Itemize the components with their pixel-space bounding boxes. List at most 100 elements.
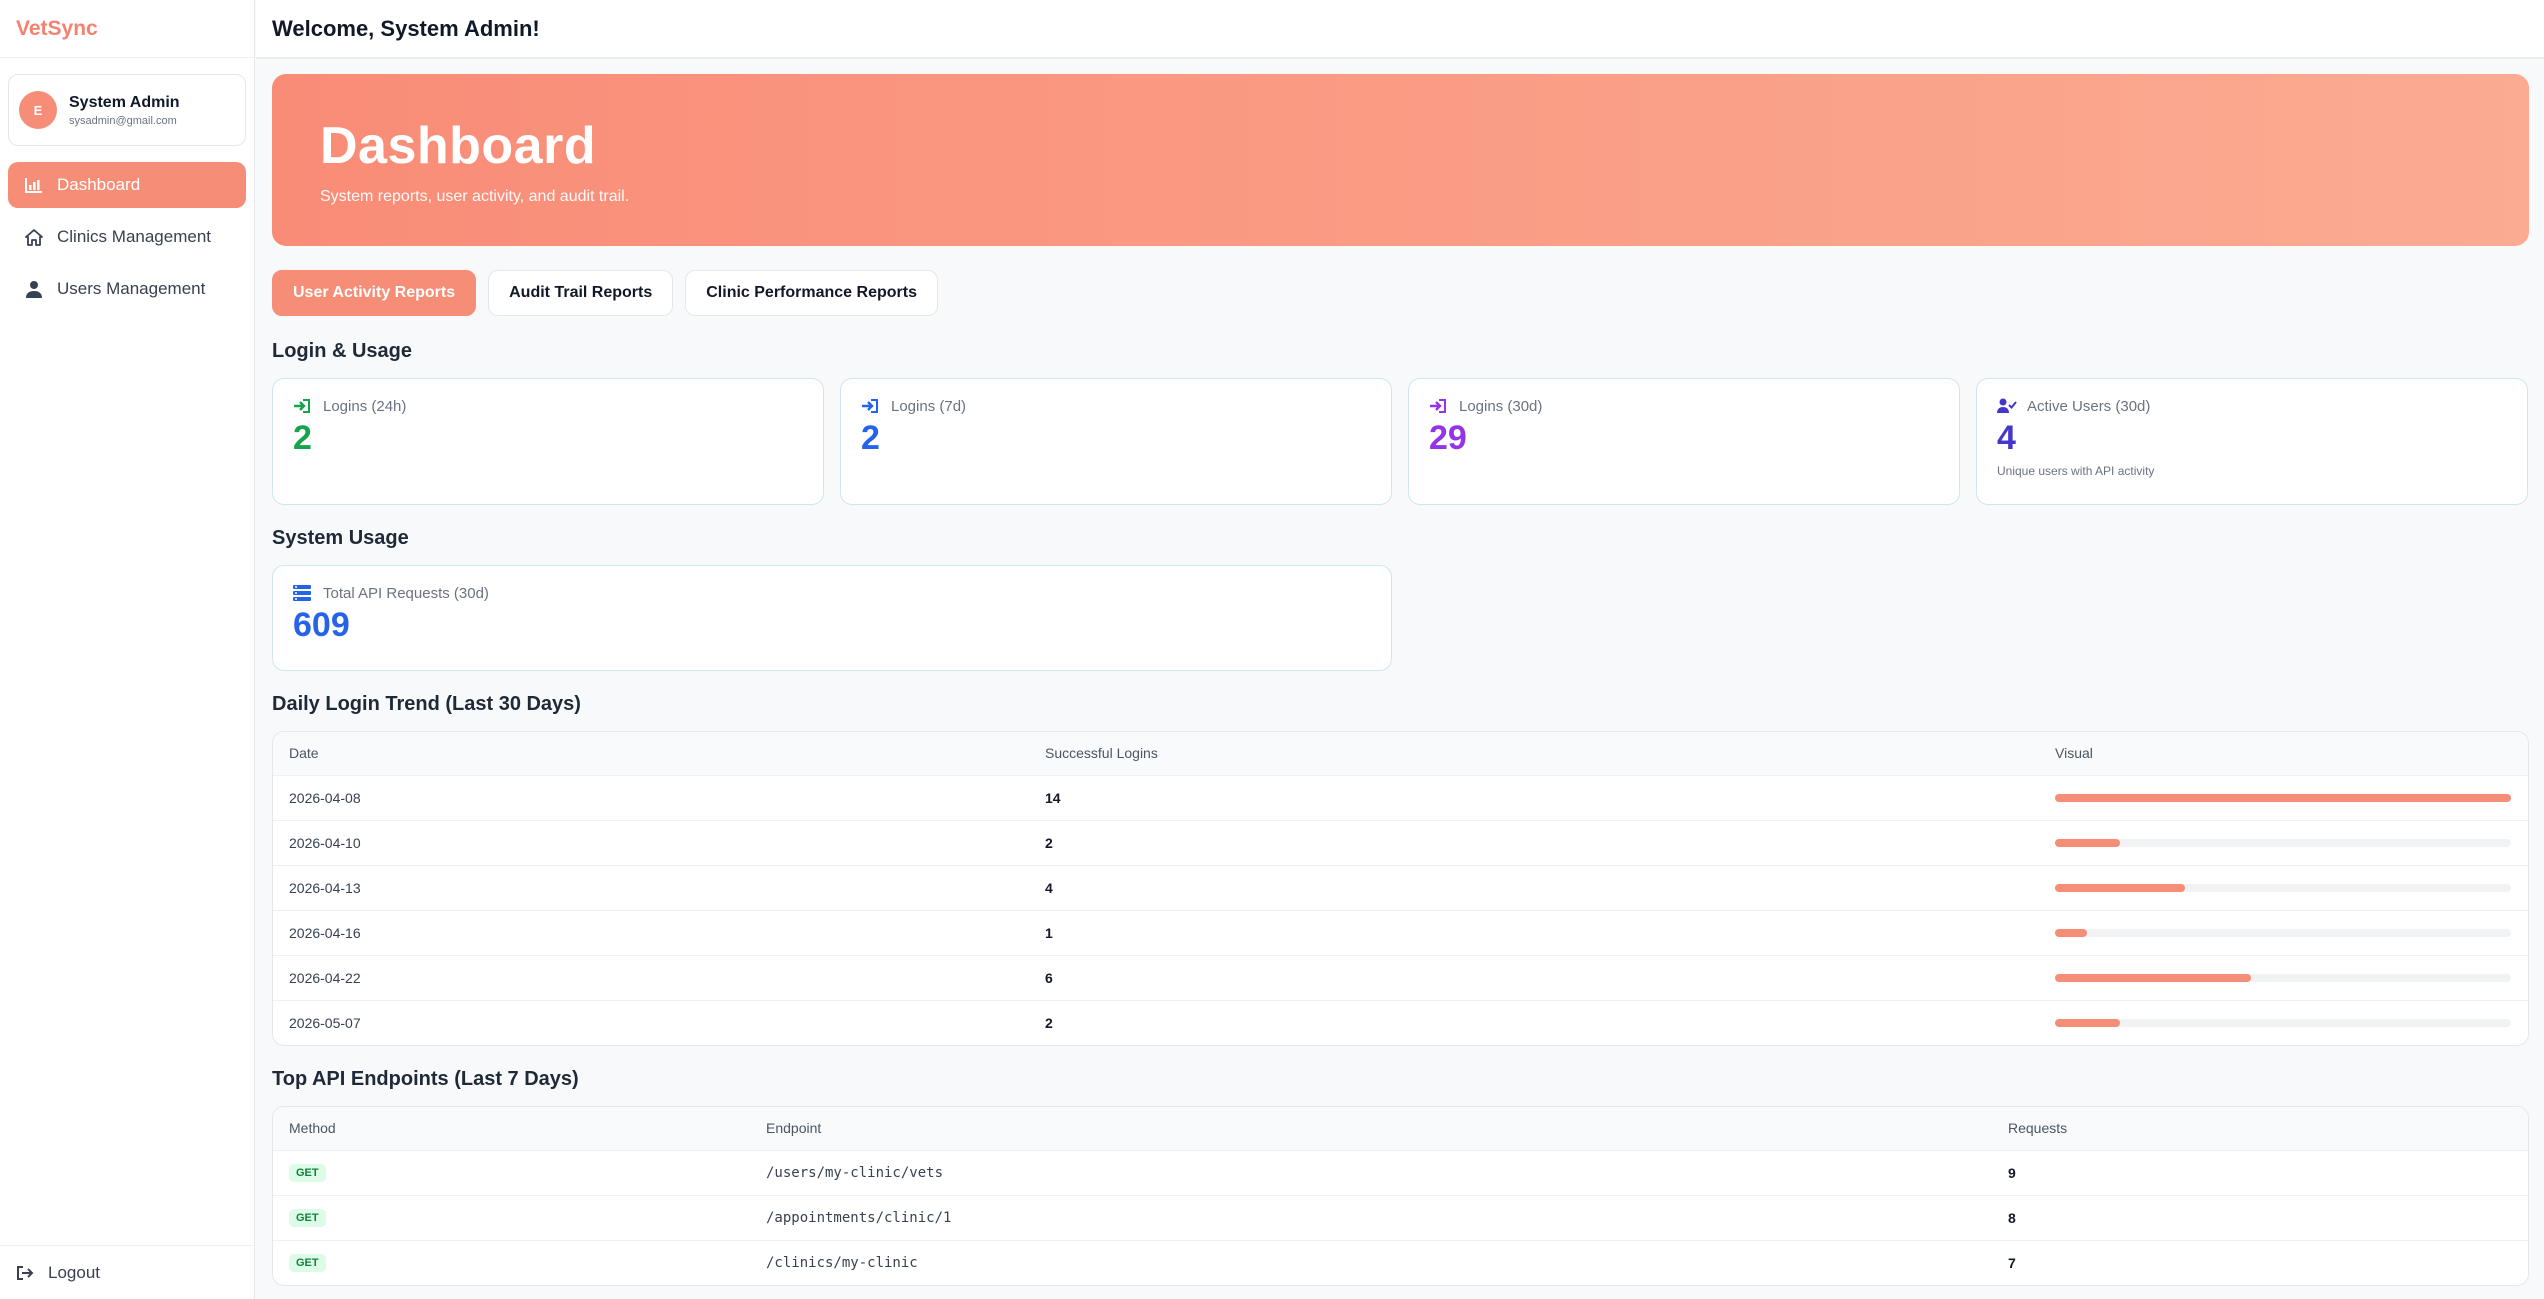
table-row: 2026-04-16 1 — [273, 909, 2528, 955]
section-title-login-usage: Login & Usage — [272, 340, 413, 362]
section-title-top-api: Top API Endpoints (Last 7 Days) — [272, 1068, 579, 1090]
column-header: Successful Logins — [1029, 732, 2039, 775]
stat-value: 29 — [1429, 419, 1467, 457]
table-row: GET/appointments/clinic/1 8 — [273, 1194, 2528, 1240]
stat-label: Active Users (30d) — [2027, 397, 2151, 415]
logins-cell: 2 — [1029, 819, 2039, 865]
table-row: 2026-04-08 14 — [273, 774, 2528, 820]
sidebar-item-label: Clinics Management — [57, 227, 212, 246]
stat-card-logins-7d: Logins (7d) 2 — [840, 378, 1392, 505]
column-header: Visual — [2039, 732, 2528, 775]
progress-fill — [2055, 1018, 2121, 1027]
stat-value: 2 — [293, 419, 312, 457]
requests-cell: 8 — [1992, 1194, 2528, 1240]
date-cell: 2026-05-07 — [273, 999, 1029, 1045]
progress-track — [2055, 793, 2511, 802]
section-title-system-usage: System Usage — [272, 527, 409, 549]
stat-value: 2 — [861, 419, 880, 457]
endpoint-cell: /users/my-clinic/vets — [750, 1149, 1992, 1195]
logout-icon — [16, 1263, 36, 1283]
sidebar-nav: Dashboard Clinics Management Users Manag… — [0, 162, 254, 312]
sidebar-item-clinics[interactable]: Clinics Management — [8, 214, 246, 260]
method-cell: GET — [273, 1194, 750, 1240]
topbar: Welcome, System Admin! — [256, 0, 2544, 59]
table-row: 2026-04-22 6 — [273, 954, 2528, 1000]
sidebar-item-label: Users Management — [57, 279, 206, 298]
progress-track — [2055, 883, 2511, 892]
profile-email: sysadmin@gmail.com — [69, 114, 177, 127]
visual-cell — [2039, 774, 2528, 820]
visual-cell — [2039, 864, 2528, 910]
date-cell: 2026-04-08 — [273, 774, 1029, 820]
server-icon — [293, 584, 313, 602]
logout-label: Logout — [48, 1262, 100, 1282]
profile-card[interactable]: E System Admin sysadmin@gmail.com — [8, 74, 246, 146]
date-cell: 2026-04-10 — [273, 819, 1029, 865]
avatar: E — [19, 91, 57, 129]
top-api-table: Method Endpoint Requests GET/users/my-cl… — [272, 1106, 2529, 1286]
column-header: Method — [273, 1107, 750, 1150]
page-subtitle: System reports, user activity, and audit… — [320, 188, 630, 205]
progress-fill — [2055, 838, 2121, 847]
stat-card-logins-30d: Logins (30d) 29 — [1408, 378, 1960, 505]
section-title-daily-login: Daily Login Trend (Last 30 Days) — [272, 693, 581, 715]
progress-fill — [2055, 883, 2186, 892]
method-cell: GET — [273, 1149, 750, 1195]
login-icon — [293, 397, 313, 415]
visual-cell — [2039, 954, 2528, 1000]
stat-label: Logins (24h) — [323, 397, 407, 415]
stat-card-logins-24h: Logins (24h) 2 — [272, 378, 824, 505]
stat-label: Total API Requests (30d) — [323, 584, 489, 602]
page-title: Dashboard — [320, 117, 597, 175]
report-tabs: User Activity Reports Audit Trail Report… — [272, 270, 2529, 316]
sidebar-item-label: Dashboard — [57, 175, 141, 194]
method-cell: GET — [273, 1239, 750, 1285]
user-icon — [24, 279, 44, 299]
column-header: Date — [273, 732, 1029, 775]
table-row: 2026-04-10 2 — [273, 819, 2528, 865]
date-cell: 2026-04-13 — [273, 864, 1029, 910]
progress-track — [2055, 973, 2511, 982]
table-row: 2026-04-13 4 — [273, 864, 2528, 910]
method-badge: GET — [289, 1209, 326, 1227]
system-usage-cards: Total API Requests (30d) 609 — [272, 565, 2529, 671]
requests-cell: 9 — [1992, 1149, 2528, 1195]
progress-track — [2055, 928, 2511, 937]
dashboard-banner: Dashboard System reports, user activity,… — [272, 74, 2529, 246]
progress-track — [2055, 838, 2511, 847]
progress-fill — [2055, 793, 2511, 802]
progress-fill — [2055, 928, 2088, 937]
logout-button[interactable]: Logout — [0, 1245, 254, 1299]
table-row: 2026-05-07 2 — [273, 999, 2528, 1045]
brand-logo[interactable]: VetSync — [0, 0, 254, 58]
login-icon — [1429, 397, 1449, 415]
endpoint-cell: /appointments/clinic/1 — [750, 1194, 1992, 1240]
stat-value: 4 — [1997, 419, 2016, 457]
sidebar: VetSync E System Admin sysadmin@gmail.co… — [0, 0, 255, 1299]
chart-icon — [24, 175, 44, 195]
stat-card-api-requests: Total API Requests (30d) 609 — [272, 565, 1392, 671]
column-header: Endpoint — [750, 1107, 1992, 1150]
visual-cell — [2039, 819, 2528, 865]
profile-name: System Admin — [69, 93, 180, 111]
progress-fill — [2055, 973, 2251, 982]
sidebar-item-users[interactable]: Users Management — [8, 266, 246, 312]
table-row: GET/clinics/my-clinic 7 — [273, 1239, 2528, 1285]
logins-cell: 4 — [1029, 864, 2039, 910]
method-badge: GET — [289, 1254, 326, 1273]
stat-card-active-users: Active Users (30d) 4 Unique users with A… — [1976, 378, 2528, 505]
stat-label: Logins (30d) — [1459, 397, 1543, 415]
visual-cell — [2039, 999, 2528, 1045]
tab-user-activity[interactable]: User Activity Reports — [272, 270, 477, 316]
stat-label: Logins (7d) — [891, 397, 967, 415]
visual-cell — [2039, 909, 2528, 955]
login-usage-cards: Logins (24h) 2 Logins (7d) 2 Logins (30d… — [272, 378, 2529, 505]
logins-cell: 6 — [1029, 954, 2039, 1000]
logins-cell: 14 — [1029, 774, 2039, 820]
tab-clinic-performance[interactable]: Clinic Performance Reports — [685, 270, 938, 316]
sidebar-item-dashboard[interactable]: Dashboard — [8, 162, 246, 208]
tab-audit-trail[interactable]: Audit Trail Reports — [488, 270, 674, 316]
logins-cell: 2 — [1029, 999, 2039, 1045]
logins-cell: 1 — [1029, 909, 2039, 955]
home-icon — [24, 227, 44, 247]
